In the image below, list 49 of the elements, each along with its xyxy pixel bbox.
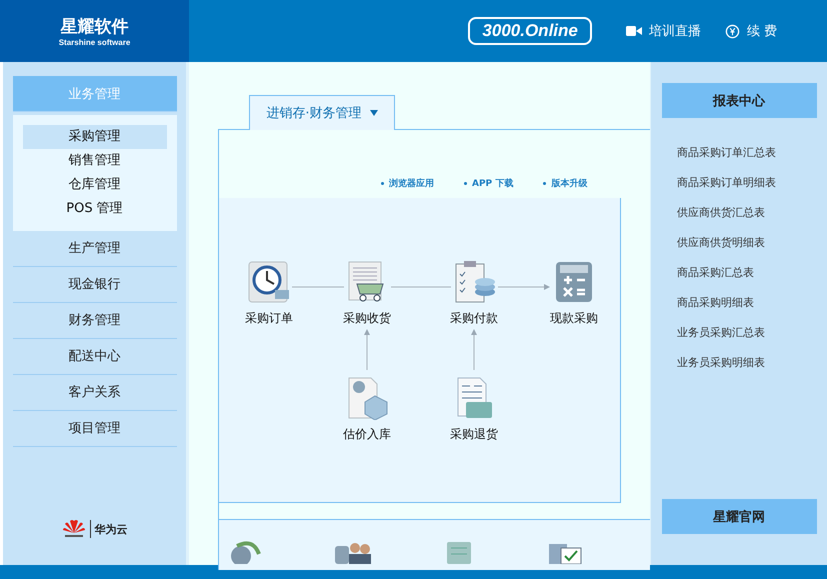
people-icon[interactable]	[333, 540, 373, 564]
submenu-item[interactable]: POS 管理	[22, 197, 166, 221]
report-link[interactable]: 供应商供货汇总表	[677, 198, 765, 228]
sidebar-item[interactable]: 现金银行	[12, 267, 176, 303]
flow-node-label[interactable]: 采购订单	[245, 310, 293, 327]
connector-line	[292, 286, 344, 288]
submenu-item[interactable]: 销售管理	[22, 149, 166, 173]
flow-arrow	[498, 284, 550, 290]
flower-logo-icon	[62, 519, 86, 539]
sidebar-item[interactable]: 财务管理	[12, 303, 176, 339]
flow-arrow	[471, 329, 477, 370]
report-link[interactable]: 商品采购订单明细表	[677, 168, 776, 198]
logo-subtitle: Starshine software	[58, 38, 130, 47]
flow-node-label[interactable]: 采购收货	[343, 310, 391, 327]
bullet-icon	[381, 182, 384, 185]
report-link[interactable]: 供应商供货明细表	[677, 228, 765, 258]
logo-title: 星耀软件	[60, 16, 128, 38]
app-link[interactable]: 版本升级	[543, 177, 588, 190]
flow-node-label[interactable]: 采购付款	[450, 310, 498, 327]
sidebar-item[interactable]: 项目管理	[12, 411, 176, 447]
yen-circle-icon	[724, 24, 740, 38]
submenu-item[interactable]: 仓库管理	[22, 173, 166, 197]
reports-header: 报表中心	[662, 83, 816, 118]
partner-label: 华为云	[94, 522, 128, 536]
submenu-item[interactable]: 采购管理	[22, 125, 166, 149]
report-link[interactable]: 业务员采购明细表	[677, 348, 765, 378]
sidebar-item[interactable]: 配送中心	[12, 339, 176, 375]
module-tab[interactable]: 进销存·财务管理	[249, 95, 395, 130]
header-link[interactable]: 续 费	[724, 22, 777, 40]
video-camera-icon	[626, 25, 642, 37]
caret-icon	[370, 110, 378, 116]
report-link[interactable]: 商品采购明细表	[677, 288, 754, 318]
bullet-icon	[543, 182, 546, 185]
header-link[interactable]: 培训直播	[626, 22, 701, 40]
app-link[interactable]: APP 下载	[464, 177, 514, 190]
bullet-icon	[464, 182, 467, 185]
sidebar-item[interactable]: 客户关系	[12, 375, 176, 411]
app-link[interactable]: 浏览器应用	[381, 177, 434, 190]
report-link[interactable]: 商品采购汇总表	[677, 258, 754, 288]
website-button[interactable]: 星耀官网	[662, 499, 816, 534]
flow-arrow	[364, 329, 370, 370]
flow-node-label[interactable]: 估价入库	[343, 426, 391, 443]
report-link[interactable]: 业务员采购汇总表	[677, 318, 765, 348]
report-link[interactable]: 商品采购订单汇总表	[677, 138, 776, 168]
flow-node-label[interactable]: 采购退货	[450, 426, 498, 443]
flow-node-label[interactable]: 现款采购	[550, 310, 598, 327]
sidebar-item[interactable]: 生产管理	[12, 231, 176, 267]
edition-badge: 3000.Online	[468, 17, 592, 45]
connector-line	[390, 286, 452, 288]
